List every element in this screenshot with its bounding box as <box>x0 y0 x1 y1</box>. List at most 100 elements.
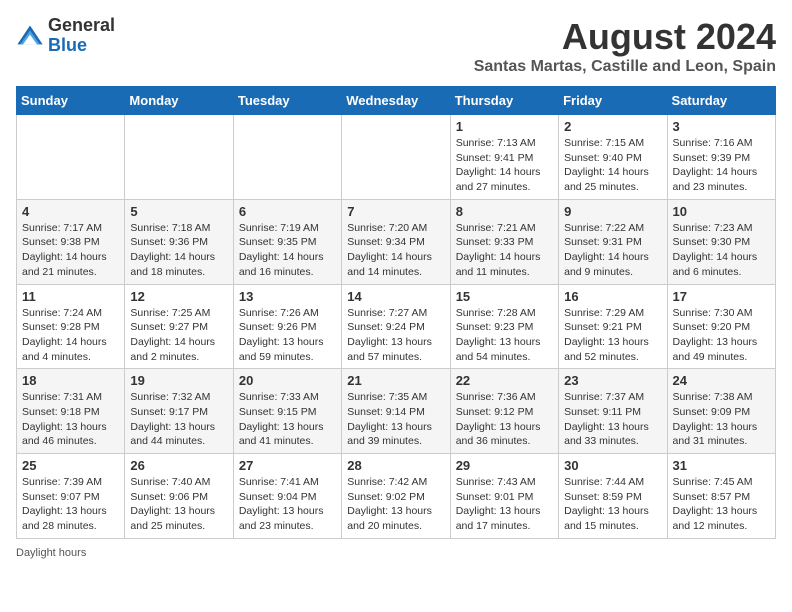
day-detail: Sunrise: 7:24 AM Sunset: 9:28 PM Dayligh… <box>22 306 119 365</box>
day-detail: Sunrise: 7:29 AM Sunset: 9:21 PM Dayligh… <box>564 306 661 365</box>
calendar-cell <box>342 115 450 200</box>
calendar-cell: 25 Sunrise: 7:39 AM Sunset: 9:07 PM Dayli… <box>17 454 125 539</box>
day-number: 3 <box>673 119 770 134</box>
calendar-cell: 16 Sunrise: 7:29 AM Sunset: 9:21 PM Dayli… <box>559 284 667 369</box>
calendar-cell: 9 Sunrise: 7:22 AM Sunset: 9:31 PM Daylig… <box>559 199 667 284</box>
day-detail: Sunrise: 7:38 AM Sunset: 9:09 PM Dayligh… <box>673 390 770 449</box>
day-detail: Sunrise: 7:13 AM Sunset: 9:41 PM Dayligh… <box>456 136 553 195</box>
day-detail: Sunrise: 7:44 AM Sunset: 8:59 PM Dayligh… <box>564 475 661 534</box>
day-number: 10 <box>673 204 770 219</box>
day-number: 14 <box>347 289 444 304</box>
day-number: 18 <box>22 373 119 388</box>
calendar-cell: 18 Sunrise: 7:31 AM Sunset: 9:18 PM Dayli… <box>17 369 125 454</box>
calendar-week-row: 4 Sunrise: 7:17 AM Sunset: 9:38 PM Daylig… <box>17 199 776 284</box>
day-number: 31 <box>673 458 770 473</box>
day-detail: Sunrise: 7:35 AM Sunset: 9:14 PM Dayligh… <box>347 390 444 449</box>
day-detail: Sunrise: 7:45 AM Sunset: 8:57 PM Dayligh… <box>673 475 770 534</box>
calendar-cell: 13 Sunrise: 7:26 AM Sunset: 9:26 PM Dayli… <box>233 284 341 369</box>
calendar-cell: 7 Sunrise: 7:20 AM Sunset: 9:34 PM Daylig… <box>342 199 450 284</box>
calendar-cell: 28 Sunrise: 7:42 AM Sunset: 9:02 PM Dayli… <box>342 454 450 539</box>
calendar-cell: 11Sunrise: 7:24 AM Sunset: 9:28 PM Dayli… <box>17 284 125 369</box>
calendar-cell: 2 Sunrise: 7:15 AM Sunset: 9:40 PM Daylig… <box>559 115 667 200</box>
day-number: 23 <box>564 373 661 388</box>
day-detail: Sunrise: 7:23 AM Sunset: 9:30 PM Dayligh… <box>673 221 770 280</box>
day-detail: Sunrise: 7:16 AM Sunset: 9:39 PM Dayligh… <box>673 136 770 195</box>
day-detail: Sunrise: 7:22 AM Sunset: 9:31 PM Dayligh… <box>564 221 661 280</box>
day-detail: Sunrise: 7:19 AM Sunset: 9:35 PM Dayligh… <box>239 221 336 280</box>
day-detail: Sunrise: 7:39 AM Sunset: 9:07 PM Dayligh… <box>22 475 119 534</box>
calendar-header-cell: Saturday <box>667 87 775 115</box>
calendar-cell: 19 Sunrise: 7:32 AM Sunset: 9:17 PM Dayli… <box>125 369 233 454</box>
calendar-header-cell: Thursday <box>450 87 558 115</box>
calendar-week-row: 11Sunrise: 7:24 AM Sunset: 9:28 PM Dayli… <box>17 284 776 369</box>
calendar-header-row: SundayMondayTuesdayWednesdayThursdayFrid… <box>17 87 776 115</box>
calendar-cell: 26Sunrise: 7:40 AM Sunset: 9:06 PM Dayli… <box>125 454 233 539</box>
day-number: 19 <box>130 373 227 388</box>
calendar-cell: 27 Sunrise: 7:41 AM Sunset: 9:04 PM Dayli… <box>233 454 341 539</box>
day-number: 9 <box>564 204 661 219</box>
day-number: 17 <box>673 289 770 304</box>
day-detail: Sunrise: 7:31 AM Sunset: 9:18 PM Dayligh… <box>22 390 119 449</box>
calendar-cell: 15 Sunrise: 7:28 AM Sunset: 9:23 PM Dayli… <box>450 284 558 369</box>
main-title: August 2024 <box>474 16 776 58</box>
day-detail: Sunrise: 7:20 AM Sunset: 9:34 PM Dayligh… <box>347 221 444 280</box>
day-detail: Sunrise: 7:28 AM Sunset: 9:23 PM Dayligh… <box>456 306 553 365</box>
day-number: 30 <box>564 458 661 473</box>
day-number: 13 <box>239 289 336 304</box>
day-detail: Sunrise: 7:30 AM Sunset: 9:20 PM Dayligh… <box>673 306 770 365</box>
day-number: 15 <box>456 289 553 304</box>
calendar-cell: 6Sunrise: 7:19 AM Sunset: 9:35 PM Daylig… <box>233 199 341 284</box>
calendar-header-cell: Tuesday <box>233 87 341 115</box>
day-number: 4 <box>22 204 119 219</box>
day-detail: Sunrise: 7:25 AM Sunset: 9:27 PM Dayligh… <box>130 306 227 365</box>
calendar-header-cell: Monday <box>125 87 233 115</box>
calendar-cell: 29Sunrise: 7:43 AM Sunset: 9:01 PM Dayli… <box>450 454 558 539</box>
calendar-cell: 17 Sunrise: 7:30 AM Sunset: 9:20 PM Dayli… <box>667 284 775 369</box>
calendar-cell <box>17 115 125 200</box>
calendar-cell: 5Sunrise: 7:18 AM Sunset: 9:36 PM Daylig… <box>125 199 233 284</box>
day-number: 25 <box>22 458 119 473</box>
footer-note: Daylight hours <box>16 547 776 559</box>
calendar-cell: 12 Sunrise: 7:25 AM Sunset: 9:27 PM Dayli… <box>125 284 233 369</box>
calendar-cell: 20Sunrise: 7:33 AM Sunset: 9:15 PM Dayli… <box>233 369 341 454</box>
day-number: 27 <box>239 458 336 473</box>
day-number: 12 <box>130 289 227 304</box>
calendar-cell: 8 Sunrise: 7:21 AM Sunset: 9:33 PM Daylig… <box>450 199 558 284</box>
calendar-week-row: 25 Sunrise: 7:39 AM Sunset: 9:07 PM Dayli… <box>17 454 776 539</box>
calendar-cell <box>125 115 233 200</box>
logo-general: General <box>48 15 115 35</box>
calendar-cell: 10 Sunrise: 7:23 AM Sunset: 9:30 PM Dayli… <box>667 199 775 284</box>
calendar-header-cell: Sunday <box>17 87 125 115</box>
day-detail: Sunrise: 7:17 AM Sunset: 9:38 PM Dayligh… <box>22 221 119 280</box>
day-number: 8 <box>456 204 553 219</box>
day-detail: Sunrise: 7:27 AM Sunset: 9:24 PM Dayligh… <box>347 306 444 365</box>
day-detail: Sunrise: 7:15 AM Sunset: 9:40 PM Dayligh… <box>564 136 661 195</box>
calendar-cell: 30 Sunrise: 7:44 AM Sunset: 8:59 PM Dayli… <box>559 454 667 539</box>
day-number: 7 <box>347 204 444 219</box>
day-detail: Sunrise: 7:42 AM Sunset: 9:02 PM Dayligh… <box>347 475 444 534</box>
day-detail: Sunrise: 7:21 AM Sunset: 9:33 PM Dayligh… <box>456 221 553 280</box>
day-detail: Sunrise: 7:37 AM Sunset: 9:11 PM Dayligh… <box>564 390 661 449</box>
day-number: 5 <box>130 204 227 219</box>
calendar-cell: 23 Sunrise: 7:37 AM Sunset: 9:11 PM Dayli… <box>559 369 667 454</box>
calendar-cell: 3 Sunrise: 7:16 AM Sunset: 9:39 PM Daylig… <box>667 115 775 200</box>
day-detail: Sunrise: 7:26 AM Sunset: 9:26 PM Dayligh… <box>239 306 336 365</box>
day-number: 28 <box>347 458 444 473</box>
day-number: 29 <box>456 458 553 473</box>
calendar-cell: 31 Sunrise: 7:45 AM Sunset: 8:57 PM Dayli… <box>667 454 775 539</box>
logo-blue: Blue <box>48 35 87 55</box>
day-number: 16 <box>564 289 661 304</box>
calendar-cell: 14 Sunrise: 7:27 AM Sunset: 9:24 PM Dayli… <box>342 284 450 369</box>
day-detail: Sunrise: 7:41 AM Sunset: 9:04 PM Dayligh… <box>239 475 336 534</box>
calendar-week-row: 18 Sunrise: 7:31 AM Sunset: 9:18 PM Dayli… <box>17 369 776 454</box>
day-detail: Sunrise: 7:40 AM Sunset: 9:06 PM Dayligh… <box>130 475 227 534</box>
day-detail: Sunrise: 7:32 AM Sunset: 9:17 PM Dayligh… <box>130 390 227 449</box>
calendar-cell: 1Sunrise: 7:13 AM Sunset: 9:41 PM Daylig… <box>450 115 558 200</box>
calendar-cell: 22Sunrise: 7:36 AM Sunset: 9:12 PM Dayli… <box>450 369 558 454</box>
calendar-cell: 21Sunrise: 7:35 AM Sunset: 9:14 PM Dayli… <box>342 369 450 454</box>
day-number: 2 <box>564 119 661 134</box>
subtitle: Santas Martas, Castille and Leon, Spain <box>474 58 776 76</box>
title-area: August 2024 Santas Martas, Castille and … <box>474 16 776 76</box>
calendar-header-cell: Wednesday <box>342 87 450 115</box>
calendar-cell <box>233 115 341 200</box>
